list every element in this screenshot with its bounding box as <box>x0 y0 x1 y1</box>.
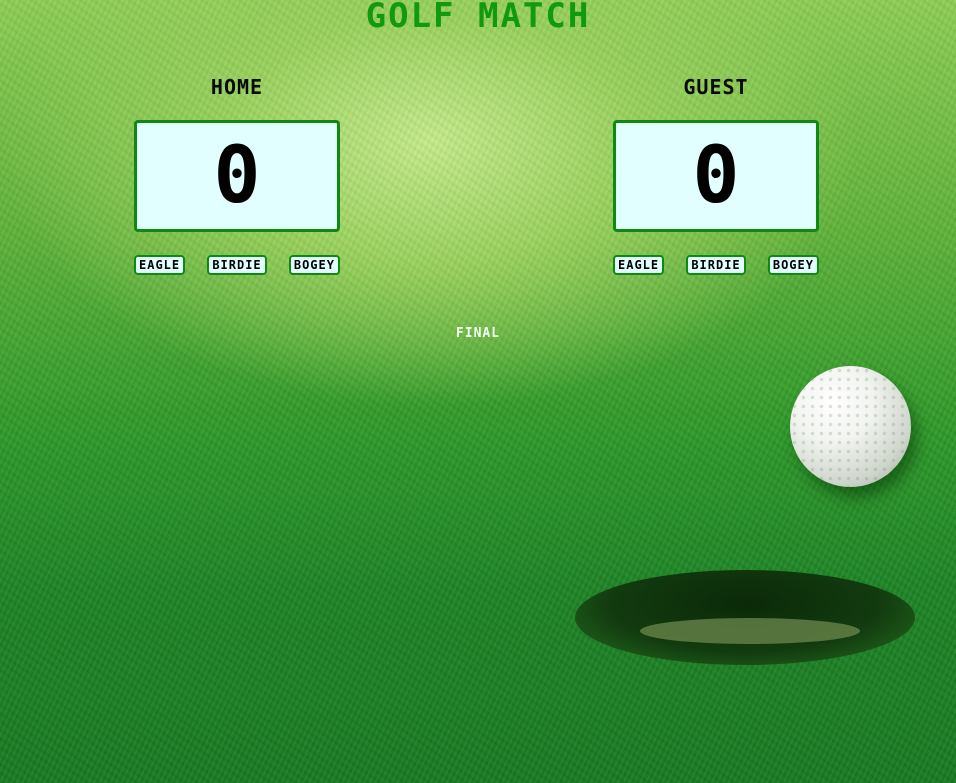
home-bogey-button[interactable]: BOGEY <box>288 255 340 275</box>
final-button[interactable]: FINAL <box>456 326 500 341</box>
home-panel: HOME 0 EAGLE BIRDIE BOGEY <box>134 74 340 275</box>
golf-hole-image <box>575 570 915 665</box>
guest-score: 0 <box>692 131 740 221</box>
guest-birdie-button[interactable]: BIRDIE <box>686 255 746 275</box>
guest-score-box: 0 <box>613 120 819 232</box>
page-title: GOLF MATCH <box>365 0 591 36</box>
guest-buttons: EAGLE BIRDIE BOGEY <box>613 255 819 275</box>
home-score: 0 <box>213 131 261 221</box>
home-buttons: EAGLE BIRDIE BOGEY <box>134 255 340 275</box>
guest-label: GUEST <box>683 75 749 99</box>
home-birdie-button[interactable]: BIRDIE <box>207 255 267 275</box>
final-row: FINAL <box>0 326 956 341</box>
home-label: HOME <box>210 75 264 99</box>
guest-eagle-button[interactable]: EAGLE <box>613 255 665 275</box>
guest-panel: GUEST 0 EAGLE BIRDIE BOGEY <box>613 74 819 275</box>
golf-ball-image <box>790 366 911 487</box>
home-eagle-button[interactable]: EAGLE <box>134 255 186 275</box>
guest-bogey-button[interactable]: BOGEY <box>767 255 819 275</box>
home-score-box: 0 <box>134 120 340 232</box>
